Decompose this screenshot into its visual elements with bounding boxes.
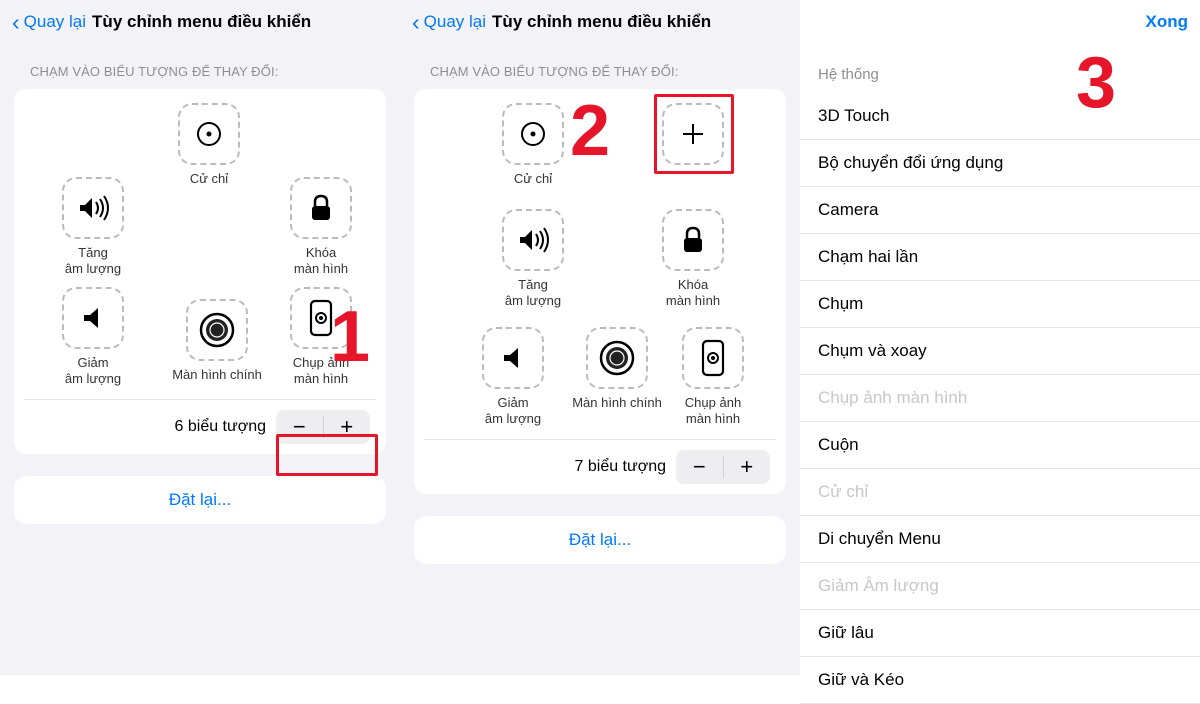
- header: ‹ Quay lại Tùy chỉnh menu điều khiển: [400, 0, 800, 44]
- panel-3: Xong Hệ thống 3D TouchBộ chuyển đổi ứng …: [800, 0, 1200, 675]
- lock-icon: [662, 209, 724, 271]
- icon-count-label: 7 biểu tượng: [575, 458, 666, 476]
- controls-card: Cử chỉ Tăngâm lượng Khóamàn hình Giảmâm …: [14, 89, 386, 454]
- icon-area: Cử chỉ Tăngâm lượng Khóamàn hình Giảmâm …: [24, 99, 376, 399]
- control-home[interactable]: Màn hình chính: [572, 327, 662, 411]
- reset-button[interactable]: Đặt lại...: [14, 476, 386, 524]
- back-label: Quay lại: [424, 12, 486, 32]
- icon-count-row: 6 biểu tượng − +: [24, 399, 376, 454]
- panel-1: ‹ Quay lại Tùy chỉnh menu điều khiển CHẠ…: [0, 0, 400, 675]
- annotation-number: 1: [330, 296, 370, 378]
- control-gesture[interactable]: Cử chỉ: [172, 103, 246, 187]
- home-icon: [586, 327, 648, 389]
- option-row[interactable]: Giữ và Kéo: [800, 657, 1200, 704]
- stepper-minus-button[interactable]: −: [676, 450, 723, 484]
- plus-icon: [662, 103, 724, 165]
- option-row: Chụp ảnh màn hình: [800, 375, 1200, 422]
- icon-count-label: 6 biểu tượng: [175, 418, 266, 436]
- stepper-plus-button[interactable]: +: [324, 410, 371, 444]
- panel-2: ‹ Quay lại Tùy chỉnh menu điều khiển CHẠ…: [400, 0, 800, 675]
- control-volume-down[interactable]: Giảmâm lượng: [476, 327, 550, 428]
- control-home[interactable]: Màn hình chính: [172, 299, 262, 383]
- page-title: Tùy chỉnh menu điều khiển: [92, 12, 311, 32]
- option-row[interactable]: Di chuyển Menu: [800, 516, 1200, 563]
- volume-up-icon: [62, 177, 124, 239]
- section-subheader: CHẠM VÀO BIỂU TƯỢNG ĐỂ THAY ĐỔI:: [400, 44, 800, 89]
- control-lock-screen[interactable]: Khóamàn hình: [656, 209, 730, 310]
- control-volume-up[interactable]: Tăngâm lượng: [496, 209, 570, 310]
- reset-button[interactable]: Đặt lại...: [414, 516, 786, 564]
- screenshot-icon: [682, 327, 744, 389]
- icon-count-row: 7 biểu tượng − +: [424, 439, 776, 494]
- option-row[interactable]: Chụm: [800, 281, 1200, 328]
- chevron-left-icon: ‹: [412, 11, 420, 34]
- back-button[interactable]: ‹ Quay lại: [412, 11, 486, 34]
- annotation-number: 3: [1076, 42, 1116, 124]
- icon-count-stepper: − +: [276, 410, 370, 444]
- stepper-plus-button[interactable]: +: [724, 450, 771, 484]
- page-title: Tùy chỉnh menu điều khiển: [492, 12, 711, 32]
- annotation-number: 2: [570, 90, 610, 172]
- volume-up-icon: [502, 209, 564, 271]
- option-row[interactable]: Giữ lâu: [800, 610, 1200, 657]
- lock-icon: [290, 177, 352, 239]
- control-add-slot[interactable]: [656, 103, 730, 171]
- control-screenshot[interactable]: Chụp ảnhmàn hình: [676, 327, 750, 428]
- back-button[interactable]: ‹ Quay lại: [12, 11, 86, 34]
- back-label: Quay lại: [24, 12, 86, 32]
- control-volume-up[interactable]: Tăngâm lượng: [56, 177, 130, 278]
- option-row[interactable]: Camera: [800, 187, 1200, 234]
- control-gesture[interactable]: Cử chỉ: [496, 103, 570, 187]
- chevron-left-icon: ‹: [12, 11, 20, 34]
- control-volume-down[interactable]: Giảmâm lượng: [56, 287, 130, 388]
- home-icon: [186, 299, 248, 361]
- section-subheader: CHẠM VÀO BIỂU TƯỢNG ĐỂ THAY ĐỔI:: [0, 44, 400, 89]
- option-row: Giảm Âm lượng: [800, 563, 1200, 610]
- stepper-minus-button[interactable]: −: [276, 410, 323, 444]
- option-row[interactable]: Bộ chuyển đổi ứng dụng: [800, 140, 1200, 187]
- gesture-icon: [178, 103, 240, 165]
- option-row[interactable]: Chụm và xoay: [800, 328, 1200, 375]
- section-header: Hệ thống: [800, 44, 1200, 93]
- icon-count-stepper: − +: [676, 450, 770, 484]
- option-row: Cử chỉ: [800, 469, 1200, 516]
- options-list: 3D TouchBộ chuyển đổi ứng dụngCameraChạm…: [800, 93, 1200, 704]
- option-row[interactable]: Cuộn: [800, 422, 1200, 469]
- option-row[interactable]: 3D Touch: [800, 93, 1200, 140]
- volume-down-icon: [482, 327, 544, 389]
- volume-down-icon: [62, 287, 124, 349]
- option-row[interactable]: Chạm hai lần: [800, 234, 1200, 281]
- header: Xong: [800, 0, 1200, 44]
- control-lock-screen[interactable]: Khóamàn hình: [284, 177, 358, 278]
- done-button[interactable]: Xong: [1146, 12, 1189, 32]
- header: ‹ Quay lại Tùy chỉnh menu điều khiển: [0, 0, 400, 44]
- gesture-icon: [502, 103, 564, 165]
